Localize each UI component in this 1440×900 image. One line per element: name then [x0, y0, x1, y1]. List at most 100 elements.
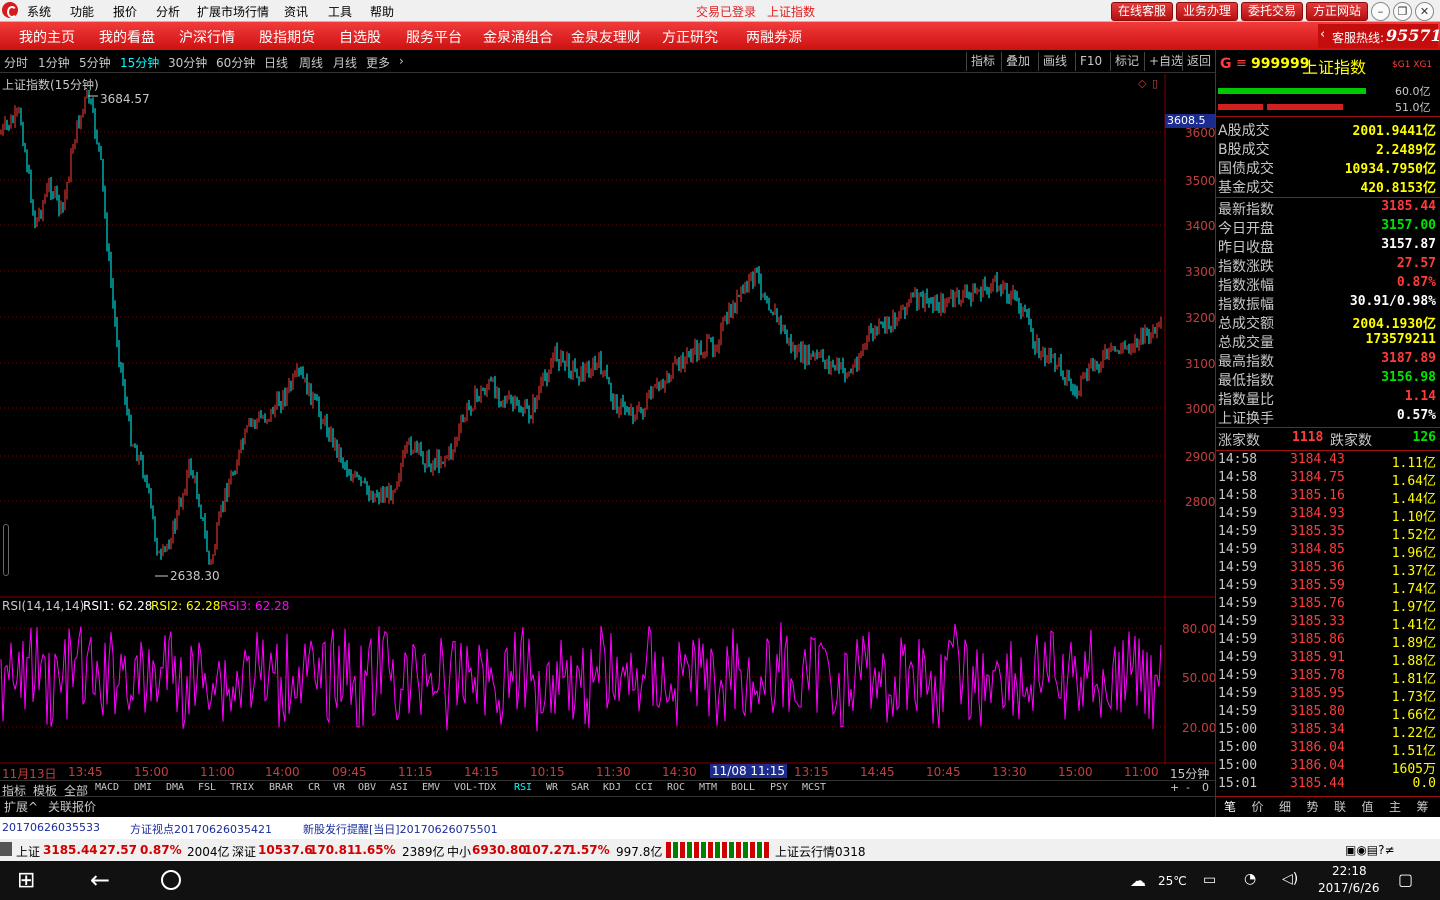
restore-icon[interactable]: ❐	[1393, 2, 1412, 21]
notification-icon[interactable]: ▢	[1398, 870, 1413, 889]
panel-toggle-icon[interactable]: ▯	[1152, 77, 1158, 90]
more-chevron-icon[interactable]: ›	[399, 54, 404, 68]
cortana-icon[interactable]	[161, 870, 181, 890]
nav-my-watch[interactable]: 我的看盘	[99, 27, 155, 47]
news-item[interactable]: 方证视点20170626035421	[130, 821, 272, 837]
add-watch-button[interactable]: +自选	[1144, 52, 1187, 71]
menu-extended-market[interactable]: 扩展市场行情	[197, 3, 269, 20]
tick-time: 14:59	[1218, 596, 1258, 611]
quote-tab[interactable]: 细	[1279, 798, 1291, 815]
back-chevron-icon[interactable]: ‹	[1320, 27, 1325, 42]
sh-label: 上证	[16, 845, 41, 859]
kline-chart[interactable]	[0, 74, 1215, 764]
indicator-tab[interactable]: DMA	[166, 782, 184, 793]
period-5min[interactable]: 5分钟	[79, 54, 111, 71]
extend-tab[interactable]: 扩展^	[4, 798, 38, 815]
period-more[interactable]: 更多	[366, 54, 390, 71]
battery-icon[interactable]: ▭	[1203, 872, 1216, 888]
indicator-tab[interactable]: VOL-TDX	[454, 782, 496, 793]
quote-tab[interactable]: 价	[1252, 798, 1264, 815]
overlay-button[interactable]: 叠加	[1001, 52, 1034, 71]
related-quote-tab[interactable]: 关联报价	[48, 798, 96, 815]
cloud-quote[interactable]: 上证云行情0318	[775, 843, 866, 860]
indicator-tab[interactable]: MTM	[699, 782, 717, 793]
period-weekly[interactable]: 周线	[299, 54, 323, 71]
indicator-tab[interactable]: MACD	[95, 782, 119, 793]
zoom-slider[interactable]	[3, 524, 9, 576]
nav-service[interactable]: 服务平台	[406, 27, 462, 47]
zoom-out-button[interactable]: -	[1186, 781, 1190, 794]
indicator-tab[interactable]: MCST	[802, 782, 826, 793]
zoom-in-button[interactable]: +	[1170, 781, 1179, 794]
minimize-icon[interactable]: –	[1371, 2, 1390, 21]
diamond-icon[interactable]: ◇	[1138, 77, 1146, 90]
indicator-tab[interactable]: CR	[308, 782, 320, 793]
quote-tab[interactable]: 联	[1334, 798, 1346, 815]
period-60min[interactable]: 60分钟	[216, 54, 255, 71]
nav-home[interactable]: 我的主页	[19, 27, 75, 47]
menu-analysis[interactable]: 分析	[156, 3, 180, 20]
quote-tab[interactable]: 筹	[1417, 798, 1429, 815]
website-button[interactable]: 方正网站	[1306, 2, 1369, 21]
online-service-button[interactable]: 在线客服	[1111, 2, 1174, 21]
nav-research[interactable]: 方正研究	[662, 27, 718, 47]
mark-button[interactable]: 标记	[1110, 52, 1143, 71]
indicator-tab[interactable]: TRIX	[230, 782, 254, 793]
trade-button[interactable]: 委托交易	[1241, 2, 1304, 21]
indicator-tab[interactable]: EMV	[422, 782, 440, 793]
indicator-tab[interactable]: PSY	[770, 782, 788, 793]
indicator-tab[interactable]: VR	[333, 782, 345, 793]
volume-icon[interactable]: ◁)	[1282, 871, 1298, 887]
period-intraday[interactable]: 分时	[4, 54, 28, 71]
menu-function[interactable]: 功能	[70, 3, 94, 20]
zoom-reset-button[interactable]: 0	[1202, 781, 1209, 794]
indicator-tab[interactable]: BOLL	[731, 782, 755, 793]
menu-icon[interactable]: ≡	[1236, 56, 1247, 71]
news-item[interactable]: 新股发行提醒[当日]20170626075501	[303, 821, 498, 837]
indicator-tab[interactable]: FSL	[198, 782, 216, 793]
indicator-tab[interactable]: CCI	[635, 782, 653, 793]
tray-icons[interactable]: ▣◉▤?≠	[1345, 843, 1395, 857]
indicator-tab[interactable]: WR	[546, 782, 558, 793]
nav-margin[interactable]: 两融券源	[746, 27, 802, 47]
menu-help[interactable]: 帮助	[370, 3, 394, 20]
back-arrow-icon[interactable]: ←	[90, 866, 110, 894]
zx-change: 107.27	[524, 843, 571, 857]
period-15min[interactable]: 15分钟	[120, 54, 159, 71]
f10-button[interactable]: F10	[1075, 52, 1106, 71]
close-icon[interactable]: ✕	[1415, 2, 1434, 21]
indicator-tab[interactable]: ASI	[390, 782, 408, 793]
back-button[interactable]: 返回	[1182, 52, 1215, 71]
indicator-tab[interactable]: DMI	[134, 782, 152, 793]
nav-finance[interactable]: 金泉友理财	[571, 27, 641, 47]
quote-tab[interactable]: 值	[1362, 798, 1374, 815]
draw-button[interactable]: 画线	[1038, 52, 1071, 71]
indicator-tab[interactable]: ROC	[667, 782, 685, 793]
menu-system[interactable]: 系统	[27, 3, 51, 20]
news-item[interactable]: 20170626035533	[2, 821, 100, 834]
menu-quote[interactable]: 报价	[113, 3, 137, 20]
wifi-icon[interactable]: ◔	[1244, 871, 1256, 887]
nav-market[interactable]: 沪深行情	[179, 27, 235, 47]
windows-start-icon[interactable]: ⊞	[17, 868, 35, 893]
menu-tools[interactable]: 工具	[328, 3, 352, 20]
indicator-tab[interactable]: BRAR	[269, 782, 293, 793]
period-monthly[interactable]: 月线	[333, 54, 357, 71]
indicator-tab[interactable]: SAR	[571, 782, 589, 793]
chart-area[interactable]: 上证指数(15分钟) 3684.57 2638.30 3608.5 ◇ ▯ 36…	[0, 74, 1216, 781]
menu-news[interactable]: 资讯	[284, 3, 308, 20]
period-daily[interactable]: 日线	[264, 54, 288, 71]
nav-watchlist[interactable]: 自选股	[339, 27, 381, 47]
business-button[interactable]: 业务办理	[1176, 2, 1239, 21]
quote-tab[interactable]: 笔	[1224, 798, 1236, 815]
nav-portfolio[interactable]: 金泉涌组合	[483, 27, 553, 47]
period-1min[interactable]: 1分钟	[38, 54, 70, 71]
indicator-tab[interactable]: KDJ	[603, 782, 621, 793]
period-30min[interactable]: 30分钟	[168, 54, 207, 71]
indicator-tab[interactable]: RSI	[514, 782, 532, 793]
nav-futures[interactable]: 股指期货	[259, 27, 315, 47]
quote-tab[interactable]: 主	[1389, 798, 1401, 815]
quote-tab[interactable]: 势	[1307, 798, 1319, 815]
indicator-tab[interactable]: OBV	[358, 782, 376, 793]
indicator-button[interactable]: 指标	[966, 52, 999, 71]
